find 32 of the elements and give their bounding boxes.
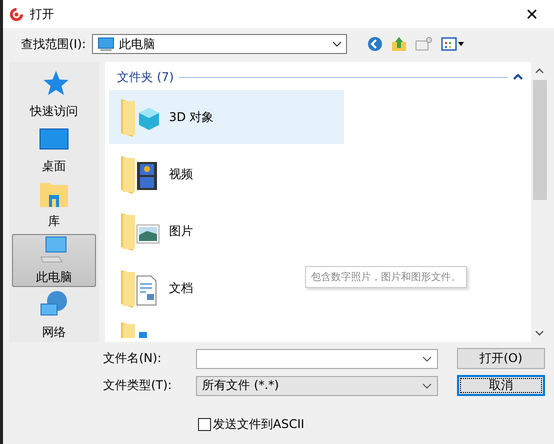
group-header[interactable]: 文件夹 (7)	[117, 68, 174, 86]
place-item[interactable]: 此电脑	[12, 234, 96, 287]
place-item[interactable]: 网络	[12, 288, 96, 342]
place-item[interactable]: 库	[12, 178, 96, 232]
computer-icon	[39, 234, 69, 265]
collapse-icon[interactable]	[513, 74, 523, 80]
folder-item[interactable]: 视频	[109, 147, 201, 201]
place-item[interactable]: 桌面	[12, 123, 96, 176]
file-type-label: 文件类型(T):	[103, 377, 173, 394]
open-button[interactable]: 打开(O)	[457, 348, 545, 369]
file-name-field[interactable]	[196, 348, 438, 368]
place-item[interactable]: 快速访问	[12, 68, 96, 122]
cancel-button[interactable]: 取消	[457, 375, 545, 396]
window-title: 打开	[30, 6, 54, 22]
folder-item[interactable]: 文档	[109, 261, 201, 315]
look-in-dropdown[interactable]: 此电脑	[92, 34, 347, 54]
ascii-checkbox[interactable]	[198, 418, 211, 431]
ascii-label: 发送文件到ASCII	[213, 416, 304, 433]
up-folder-icon[interactable]	[390, 36, 407, 52]
folder-item[interactable]: 图片	[109, 204, 201, 258]
view-menu-icon[interactable]	[440, 36, 465, 52]
close-button[interactable]: ✕	[510, 0, 554, 28]
scroll-up-icon[interactable]	[535, 68, 544, 74]
file-name-label: 文件名(N):	[103, 350, 162, 367]
folder-item[interactable]: 3D 对象	[109, 90, 344, 144]
back-icon[interactable]	[366, 36, 383, 52]
scroll-down-icon[interactable]	[535, 330, 544, 336]
file-type-dropdown[interactable]: 所有文件 (*.*)	[196, 376, 438, 396]
look-in-label: 查找范围(I):	[21, 36, 86, 52]
computer-icon	[96, 36, 115, 52]
tooltip: 包含数字照片，图片和图形文件。	[305, 266, 467, 288]
app-logo-icon	[9, 6, 24, 22]
